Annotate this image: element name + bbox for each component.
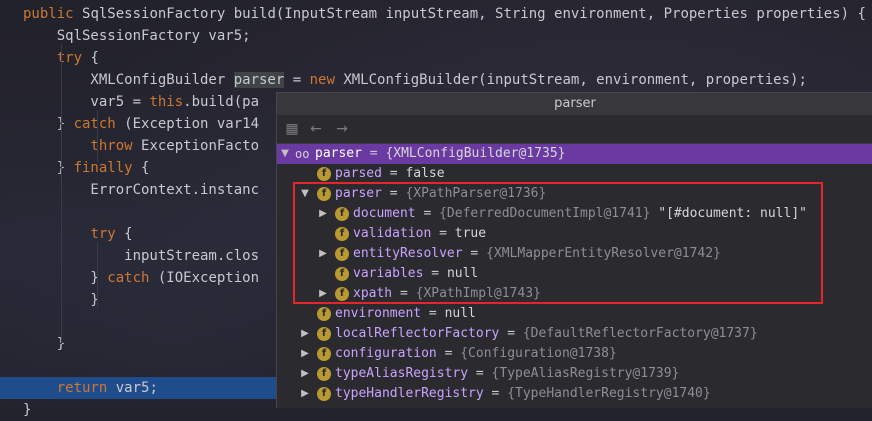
code-line[interactable]: XMLConfigBuilder parser = new XMLConfigB… [0, 69, 872, 91]
code-text: SqlSessionFactory var5; [23, 28, 251, 44]
field-icon: f [317, 307, 331, 321]
keyword: new [309, 72, 344, 88]
code-line[interactable]: public SqlSessionFactory build(InputStre… [0, 3, 872, 25]
code-text: } [23, 116, 74, 132]
code-text: .build(pa [183, 94, 260, 110]
code-line[interactable]: try { [0, 47, 872, 69]
code-text: (Exception var14 [115, 116, 260, 132]
code-text: } [23, 336, 66, 352]
code-text: = [284, 72, 310, 88]
equals-sign: = [421, 306, 445, 321]
tree-node-label: localReflectorFactory = {DefaultReflecto… [335, 324, 758, 344]
code-text: { [82, 50, 99, 66]
keyword: public [23, 6, 83, 22]
code-text: var5 = [23, 94, 150, 110]
field-icon: f [317, 167, 331, 181]
popup-toolbar: ▦ ← → [277, 115, 872, 144]
tree-node-label: parsed = false [335, 164, 445, 184]
code-line[interactable]: SqlSessionFactory var5; [0, 25, 872, 47]
tree-node-environment[interactable]: f environment = null [277, 304, 872, 324]
tree-node-label: parser = {XMLConfigBuilder@1735} [315, 144, 565, 164]
indent-guide [97, 242, 98, 308]
expand-right-icon[interactable]: ▶ [299, 324, 311, 344]
highlight-box [293, 182, 823, 304]
tree-node-label: typeHandlerRegistry = {TypeHandlerRegist… [335, 384, 711, 404]
keyword: finally [73, 160, 133, 176]
field-name: typeHandlerRegistry [335, 386, 484, 401]
equals-sign: = [483, 386, 508, 401]
object-icon: oo [295, 147, 310, 161]
back-arrow-icon[interactable]: ← [307, 120, 325, 138]
code-text: ExceptionFacto [141, 138, 260, 154]
field-icon: f [317, 387, 331, 401]
field-value: {XMLConfigBuilder@1735} [385, 146, 566, 161]
tree-node-parser[interactable]: ▼ oo parser = {XMLConfigBuilder@1735} [277, 144, 872, 164]
field-value: {Configuration@1738} [460, 346, 617, 361]
equals-sign: = [381, 166, 406, 181]
highlighted-identifier: parser [233, 72, 285, 88]
field-value: {TypeHandlerRegistry@1740} [507, 386, 711, 401]
field-value: null [444, 306, 476, 321]
field-value: {TypeAliasRegistry@1739} [491, 366, 680, 381]
equals-sign: = [468, 366, 492, 381]
code-text: } [23, 402, 32, 418]
tree-node-label: configuration = {Configuration@1738} [335, 344, 617, 364]
code-text: inputStream.clos [23, 248, 260, 264]
code-text: ErrorContext.instanc [23, 182, 260, 198]
watch-icon[interactable]: ▦ [283, 120, 301, 138]
code-text: { [132, 160, 150, 176]
indent-guide [97, 110, 98, 162]
field-value: {DefaultReflectorFactory@1737} [522, 326, 758, 341]
equals-sign: = [499, 326, 523, 341]
field-name: parser [315, 146, 362, 161]
tree-node-typeAliasRegistry[interactable]: ▶ f typeAliasRegistry = {TypeAliasRegistry… [277, 364, 872, 384]
keyword: this [149, 94, 184, 110]
field-name: localReflectorFactory [335, 326, 500, 341]
code-text: (IOException [149, 270, 260, 286]
tree-node-label: typeAliasRegistry = {TypeAliasRegistry@1… [335, 364, 679, 384]
keyword: return [56, 380, 116, 396]
expand-right-icon[interactable]: ▶ [299, 384, 311, 404]
field-name: typeAliasRegistry [335, 366, 469, 381]
field-icon: f [317, 327, 331, 341]
keyword: catch [73, 116, 116, 132]
expand-right-icon[interactable]: ▶ [299, 364, 311, 384]
popup-title: parser [277, 93, 872, 115]
code-text: XMLConfigBuilder [23, 72, 234, 88]
tree-node-typeHandlerRegistry[interactable]: ▶ f typeHandlerRegistry = {TypeHandlerRegi… [277, 384, 872, 404]
keyword: throw [90, 138, 142, 154]
code-text: } [23, 160, 74, 176]
equals-sign: = [436, 346, 461, 361]
field-name: configuration [335, 346, 437, 361]
tree-node-label: environment = null [335, 304, 476, 324]
field-name: parsed [335, 166, 382, 181]
field-icon: f [317, 367, 331, 381]
expand-down-icon[interactable]: ▼ [279, 144, 291, 164]
tree-node-parsed[interactable]: f parsed = false [277, 164, 872, 184]
code-text: XMLConfigBuilder(inputStream, environmen… [343, 72, 807, 88]
tree-node-localReflectorFactory[interactable]: ▶ f localReflectorFactory = {DefaultReflec… [277, 324, 872, 344]
forward-arrow-icon[interactable]: → [333, 120, 351, 138]
code-text: { [115, 226, 133, 242]
field-value: false [405, 166, 445, 181]
code-text: SqlSessionFactory build(InputStream inpu… [82, 6, 866, 22]
keyword: catch [107, 270, 150, 286]
tree-node-configuration[interactable]: ▶ f configuration = {Configuration@1738} [277, 344, 872, 364]
field-icon: f [317, 347, 331, 361]
code-text: } [23, 270, 108, 286]
field-name: environment [335, 306, 422, 321]
keyword: try [90, 226, 116, 242]
expand-right-icon[interactable]: ▶ [299, 344, 311, 364]
indent-guide [61, 44, 62, 344]
equals-sign: = [361, 146, 386, 161]
code-text: var5; [115, 380, 158, 396]
